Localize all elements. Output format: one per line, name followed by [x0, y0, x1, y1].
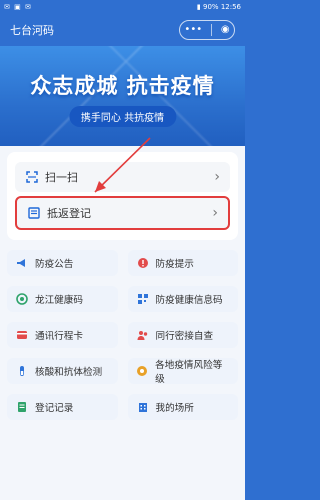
tile-6[interactable]: 核酸和抗体检测: [7, 358, 118, 384]
main-content: 扫一扫 › 抵返登记 › 防疫公告 防疫提示 龙江健康码 防疫健康信息码 通讯行…: [0, 146, 245, 500]
tile-3[interactable]: 防疫健康信息码: [127, 286, 238, 312]
tile-2[interactable]: 龙江健康码: [7, 286, 118, 312]
time: 12:56: [220, 3, 241, 11]
tile-label: 同行密接自查: [155, 331, 214, 342]
tile-label: 核酸和抗体检测: [35, 367, 103, 378]
tip-icon: [136, 256, 150, 270]
record-icon: [15, 400, 29, 414]
status-left: ✉ ▣ ✉: [4, 3, 33, 11]
scan-icon: [25, 170, 39, 184]
risk-icon: [136, 364, 150, 378]
status-bar: ✉ ▣ ✉ ▮ 90% 12:56: [0, 0, 245, 14]
card-icon: [15, 328, 29, 342]
tile-label: 各地疫情风险等级: [155, 360, 223, 385]
banner-slogan: 众志成城 抗击疫情: [30, 74, 215, 98]
scan-row[interactable]: 扫一扫 ›: [15, 162, 230, 192]
test-icon: [15, 364, 29, 378]
banner: 众志成城 抗击疫情 携手同心 共抗疫情: [0, 46, 245, 146]
battery-percent: 90%: [203, 3, 219, 11]
register-label: 抵返登记: [47, 207, 91, 220]
tile-label: 登记记录: [35, 403, 74, 414]
tile-label: 防疫健康信息码: [155, 295, 223, 306]
tile-7[interactable]: 各地疫情风险等级: [127, 358, 238, 385]
tile-0[interactable]: 防疫公告: [7, 250, 118, 276]
chevron-right-icon: ›: [214, 169, 220, 185]
page-title: 七台河码: [10, 24, 54, 37]
capsule-divider: [210, 24, 212, 36]
tile-1[interactable]: 防疫提示: [127, 250, 238, 276]
tile-label: 通讯行程卡: [35, 331, 83, 342]
info-code-icon: [136, 292, 150, 306]
close-target-icon[interactable]: ◉: [221, 25, 230, 35]
navbar: 七台河码 ••• ◉: [0, 14, 245, 46]
image-icon: ▣: [14, 3, 21, 11]
tile-label: 防疫公告: [35, 259, 74, 270]
tile-label: 防疫提示: [155, 259, 194, 270]
wechat-icon: ✉: [4, 3, 10, 11]
signal-icon: ▮: [196, 3, 201, 11]
scan-label: 扫一扫: [45, 171, 78, 184]
message-icon: ✉: [24, 3, 31, 11]
tile-label: 我的场所: [155, 403, 194, 414]
register-icon: [27, 206, 41, 220]
tile-label: 龙江健康码: [35, 295, 83, 306]
contact-icon: [136, 328, 150, 342]
status-right: ▮ 90% 12:56: [197, 3, 241, 11]
mini-program-capsule[interactable]: ••• ◉: [179, 20, 235, 40]
tile-9[interactable]: 我的场所: [127, 394, 238, 420]
register-row[interactable]: 抵返登记 ›: [15, 196, 230, 230]
tile-4[interactable]: 通讯行程卡: [7, 322, 118, 348]
tile-5[interactable]: 同行密接自查: [127, 322, 238, 348]
action-card: 扫一扫 › 抵返登记 ›: [7, 152, 238, 240]
more-button[interactable]: •••: [184, 25, 202, 35]
building-icon: [136, 400, 150, 414]
service-grid: 防疫公告 防疫提示 龙江健康码 防疫健康信息码 通讯行程卡 同行密接自查 核酸和…: [0, 240, 245, 420]
tile-8[interactable]: 登记记录: [7, 394, 118, 420]
banner-pill: 携手同心 共抗疫情: [68, 106, 177, 127]
health-code-icon: [15, 292, 29, 306]
megaphone-icon: [15, 256, 29, 270]
chevron-right-icon: ›: [212, 205, 218, 221]
